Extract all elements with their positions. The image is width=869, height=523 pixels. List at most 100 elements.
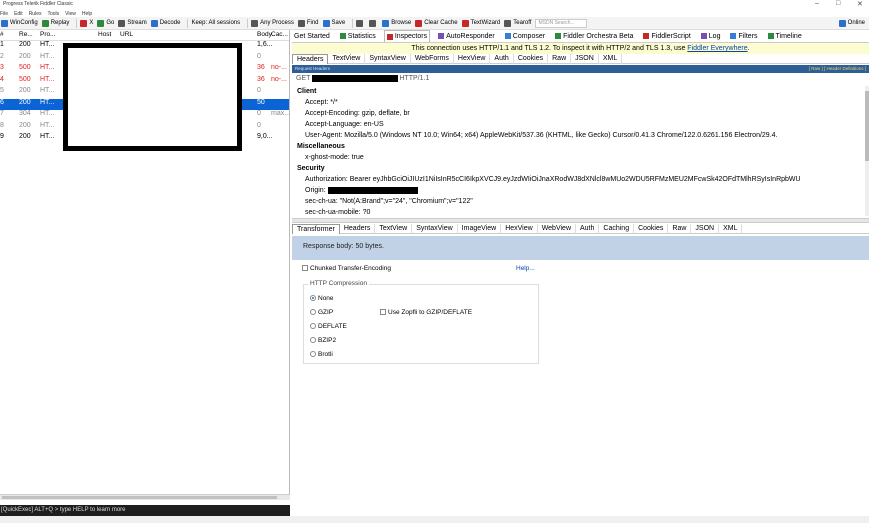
toolbar-item[interactable]: Go xyxy=(97,19,114,27)
globe-icon xyxy=(382,19,390,27)
radio-button[interactable] xyxy=(310,351,316,358)
radio-button[interactable] xyxy=(310,309,316,316)
toolbar-item[interactable]: Clear Cache xyxy=(415,19,458,27)
request-tab-hexview[interactable]: HexView xyxy=(454,53,491,64)
headers-vscrollbar[interactable] xyxy=(865,86,869,216)
column-header-url[interactable]: URL xyxy=(120,31,133,38)
fiddler-everywhere-link[interactable]: Fiddler Everywhere xyxy=(687,45,747,52)
minimize-button[interactable]: – xyxy=(815,0,819,7)
compression-option-none[interactable]: None xyxy=(310,295,334,302)
tab-fiddler-orchestra-beta[interactable]: Fiddler Orchestra Beta xyxy=(553,30,635,42)
response-tab-raw[interactable]: Raw xyxy=(668,223,692,234)
chunked-option[interactable]: Chunked Transfer-Encoding xyxy=(302,265,391,272)
toolbar-item[interactable] xyxy=(356,19,365,27)
composer-icon xyxy=(504,33,511,39)
request-tab-syntaxview[interactable]: SyntaxView xyxy=(365,53,411,64)
request-tab-raw[interactable]: Raw xyxy=(548,53,572,64)
request-tab-cookies[interactable]: Cookies xyxy=(514,53,549,64)
column-header-result[interactable]: Re... xyxy=(19,31,33,38)
response-tab-imageview[interactable]: ImageView xyxy=(458,223,502,234)
request-tab-json[interactable]: JSON xyxy=(571,53,599,64)
column-header-host[interactable]: Host xyxy=(98,31,111,38)
header-line[interactable]: x-ghost-mode: true xyxy=(292,152,865,163)
toolbar-item[interactable]: Stream xyxy=(118,19,147,27)
header-line[interactable]: sec-ch-ua-mobile: ?0 xyxy=(292,207,865,216)
online-indicator[interactable]: Online xyxy=(838,19,865,27)
compression-option-deflate[interactable]: DEFLATE xyxy=(310,323,347,330)
header-definitions-link[interactable]: [ Raw ] [ Header Definitions ] xyxy=(809,65,866,73)
header-section-title[interactable]: Security xyxy=(292,163,865,174)
response-tab-caching[interactable]: Caching xyxy=(599,223,635,234)
toolbar-item[interactable] xyxy=(369,19,378,27)
response-tab-transformer[interactable]: Transformer xyxy=(292,223,340,234)
toolbar-item[interactable]: Keep: All sessions xyxy=(191,20,240,26)
toolbar-item[interactable]: Find xyxy=(297,19,319,27)
response-tab-cookies[interactable]: Cookies xyxy=(634,223,669,234)
toolbar-item[interactable]: WinConfig xyxy=(1,19,38,27)
column-header-body[interactable]: Body xyxy=(257,31,272,38)
response-tab-xml[interactable]: XML xyxy=(719,223,743,234)
response-tab-hexview[interactable]: HexView xyxy=(501,223,538,234)
response-tab-json[interactable]: JSON xyxy=(691,223,720,234)
radio-button[interactable] xyxy=(310,295,316,302)
compression-option-bzip2[interactable]: BZIP2 xyxy=(310,337,336,344)
header-line[interactable]: Origin: xyxy=(292,185,865,196)
tab-fiddlerscript[interactable]: FiddlerScript xyxy=(641,30,692,42)
toolbar-item[interactable]: Replay xyxy=(41,19,69,27)
toolbar-item[interactable]: Tearoff xyxy=(504,19,531,27)
scroll-thumb[interactable] xyxy=(865,91,869,161)
help-link[interactable]: Help... xyxy=(516,265,535,272)
header-line[interactable]: Accept: */* xyxy=(292,97,865,108)
response-tab-headers[interactable]: Headers xyxy=(340,223,376,234)
tab-inspectors[interactable]: Inspectors xyxy=(383,30,431,42)
header-section-title[interactable]: Miscellaneous xyxy=(292,141,865,152)
header-line[interactable]: Authorization: Bearer eyJhbGciOiJIUzI1Ni… xyxy=(292,174,865,185)
header-line[interactable]: sec-ch-ua: "Not(A:Brand";v="24", "Chromi… xyxy=(292,196,865,207)
tab-log[interactable]: Log xyxy=(699,30,723,42)
compression-option-gzip[interactable]: GZIP xyxy=(310,309,333,316)
radio-button[interactable] xyxy=(310,337,316,344)
request-tab-headers[interactable]: Headers xyxy=(292,53,329,64)
column-header-caching[interactable]: Cac... xyxy=(271,31,288,38)
response-tab-textview[interactable]: TextView xyxy=(375,223,413,234)
response-tab-webview[interactable]: WebView xyxy=(538,223,576,234)
tab-filters[interactable]: Filters xyxy=(728,30,759,42)
toolbar-item[interactable]: Decode xyxy=(150,19,180,27)
header-line[interactable]: User-Agent: Mozilla/5.0 (Windows NT 10.0… xyxy=(292,130,865,141)
statistics-icon xyxy=(339,33,346,39)
pane-splitter[interactable] xyxy=(292,218,869,223)
scroll-thumb[interactable] xyxy=(2,496,277,499)
request-tab-xml[interactable]: XML xyxy=(599,53,623,64)
compression-option-brotli[interactable]: Brotli xyxy=(310,351,333,358)
header-line[interactable]: Accept-Language: en-US xyxy=(292,119,865,130)
request-tab-textview[interactable]: TextView xyxy=(328,53,366,64)
toolbar-item[interactable]: TextWizard xyxy=(461,19,500,27)
toolbar-item[interactable]: Save xyxy=(322,19,345,27)
toolbar-item[interactable]: X xyxy=(80,19,93,27)
chunked-checkbox[interactable] xyxy=(302,265,308,272)
request-tab-auth[interactable]: Auth xyxy=(490,53,514,64)
close-window-button[interactable]: ✕ xyxy=(857,0,863,8)
response-tab-syntaxview[interactable]: SyntaxView xyxy=(412,223,458,234)
toolbar-item[interactable]: Any Process xyxy=(251,19,294,27)
column-header-number[interactable]: # xyxy=(0,31,4,38)
radio-button[interactable] xyxy=(310,323,316,330)
header-line[interactable]: Accept-Encoding: gzip, deflate, br xyxy=(292,108,865,119)
header-section-title[interactable]: Client xyxy=(292,86,865,97)
tab-autoresponder[interactable]: AutoResponder xyxy=(436,30,497,42)
tab-get-started[interactable]: Get Started xyxy=(292,30,332,42)
request-tab-webforms[interactable]: WebForms xyxy=(411,53,454,64)
column-header-protocol[interactable]: Pro... xyxy=(40,31,56,38)
tab-timeline[interactable]: Timeline xyxy=(766,30,804,42)
zopfli-option[interactable]: Use Zopfli to GZIP/DEFLATE xyxy=(380,309,472,316)
msdn-search-input[interactable]: MSDN Search... xyxy=(535,18,588,28)
response-tab-auth[interactable]: Auth xyxy=(576,223,600,234)
quickexec-input[interactable]: [QuickExec] ALT+Q > type HELP to learn m… xyxy=(0,505,290,516)
tab-statistics[interactable]: Statistics xyxy=(338,30,378,42)
toolbar-item[interactable]: Browse xyxy=(382,19,411,27)
zopfli-checkbox[interactable] xyxy=(380,309,386,316)
session-list-hscrollbar[interactable] xyxy=(0,494,290,500)
tab-composer[interactable]: Composer xyxy=(503,30,547,42)
maximize-button[interactable]: □ xyxy=(836,0,840,7)
redacted-region xyxy=(63,43,242,151)
